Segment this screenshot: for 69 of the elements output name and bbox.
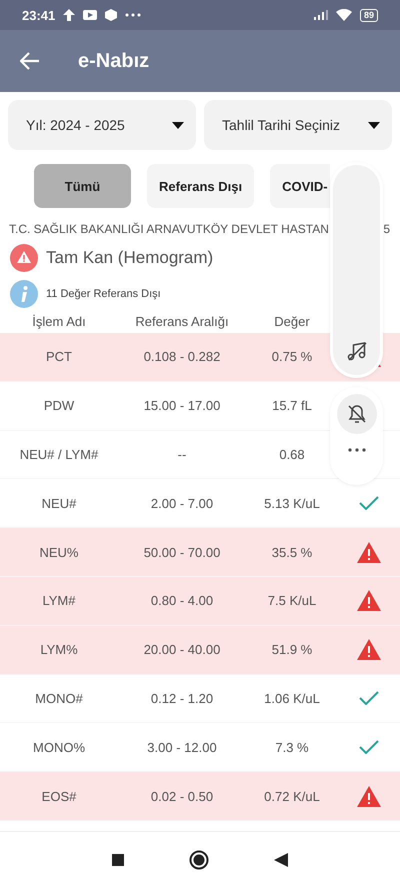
column-header: Değer: [273, 314, 311, 329]
back-triangle-icon[interactable]: [274, 853, 288, 867]
more-icon: [125, 13, 142, 17]
cube-icon: [105, 9, 118, 21]
table-cell-text: EOS#: [40, 788, 78, 804]
table-cell-text: MONO#: [34, 690, 84, 706]
table-cell-text: NEU# / LYM#: [18, 446, 100, 462]
dropdown[interactable]: Yıl: 2024 - 2025: [8, 100, 196, 150]
upload-icon: [63, 9, 76, 21]
warning-icon: [357, 542, 381, 563]
table-cell-text: 3.00 - 12.00: [146, 740, 218, 755]
table-cell-text: 5.13 K/uL: [263, 496, 321, 511]
table-cell-text: 0.75 %: [270, 349, 314, 364]
back-icon[interactable]: [20, 52, 40, 70]
bell-off-icon[interactable]: [336, 394, 376, 434]
column-header: İşlem Adı: [31, 314, 87, 329]
table-cell-text: 15.7 fL: [271, 398, 313, 414]
square-icon[interactable]: [112, 854, 124, 866]
video-icon: [83, 10, 98, 20]
table-cell-text: 51.9 %: [270, 642, 314, 658]
table-cell-text: 7.3 %: [274, 740, 310, 755]
table-cell-text: LYM%: [39, 642, 79, 658]
table-cell-text: 0.12 - 1.20: [150, 690, 214, 706]
check-icon: [359, 691, 379, 706]
filter-tab[interactable]: COVID-: [270, 164, 330, 208]
table-cell-text: NEU#: [40, 496, 78, 511]
summary-text: 11 Değer Referans Dışı: [46, 288, 161, 300]
table-cell-text: 1.06 K/uL: [263, 690, 321, 706]
table-cell-text: 0.80 - 4.00: [150, 593, 214, 608]
table-cell-text: NEU%: [38, 544, 80, 560]
hospital-name: T.C. SAĞLIK BAKANLIĞI ARNAVUTKÖY DEVLET HASTAN: [9, 222, 329, 236]
dropdown[interactable]: Tahlil Tarihi Seçiniz: [204, 100, 392, 150]
filter-tab[interactable]: Tümü: [34, 164, 131, 208]
warning-icon: [10, 244, 38, 272]
status-time: 23:41: [22, 8, 56, 22]
warning-icon: [357, 786, 381, 807]
warning-icon: [357, 590, 381, 612]
table-cell-text: LYM#: [42, 593, 76, 608]
test-name: Tam Kan (Hemogram): [46, 248, 214, 268]
table-cell-text: 35.5 %: [270, 544, 314, 560]
more-icon[interactable]: [348, 448, 366, 452]
caret-icon: [172, 122, 184, 128]
wifi-icon: [336, 9, 352, 21]
battery-icon: 89: [360, 8, 378, 22]
check-icon: [359, 740, 379, 754]
table-cell-text: --: [176, 446, 188, 462]
filter-tab[interactable]: Referans Dışı: [147, 164, 254, 208]
table-cell-text: 2.00 - 7.00: [150, 496, 214, 511]
signal-icon: [314, 10, 328, 20]
table-cell-text: PDW: [42, 398, 76, 414]
app-title: e-Nabız: [78, 50, 150, 72]
table-cell-text: MONO%: [32, 740, 86, 755]
home-icon[interactable]: [188, 850, 209, 870]
warning-icon: [357, 639, 381, 660]
check-icon: [359, 496, 379, 510]
table-cell-text: 15.00 - 17.00: [142, 398, 222, 414]
table-cell-text: 20.00 - 40.00: [142, 642, 222, 658]
table-cell-text: 50.00 - 70.00: [142, 544, 222, 560]
column-header: Referans Aralığı: [134, 314, 230, 329]
info-icon: [10, 280, 38, 308]
date-text: 5: [383, 222, 390, 236]
table-cell-text: 0.108 - 0.282: [142, 349, 222, 364]
table-cell-text: 0.72 K/uL: [263, 788, 321, 804]
table-cell-text: 0.02 - 0.50: [150, 788, 214, 804]
table-cell-text: 7.5 K/uL: [266, 593, 318, 608]
table-cell-text: PCT: [45, 349, 73, 364]
caret-icon: [368, 122, 380, 128]
table-cell-text: 0.68: [278, 446, 306, 462]
music-off-icon[interactable]: [346, 341, 366, 361]
